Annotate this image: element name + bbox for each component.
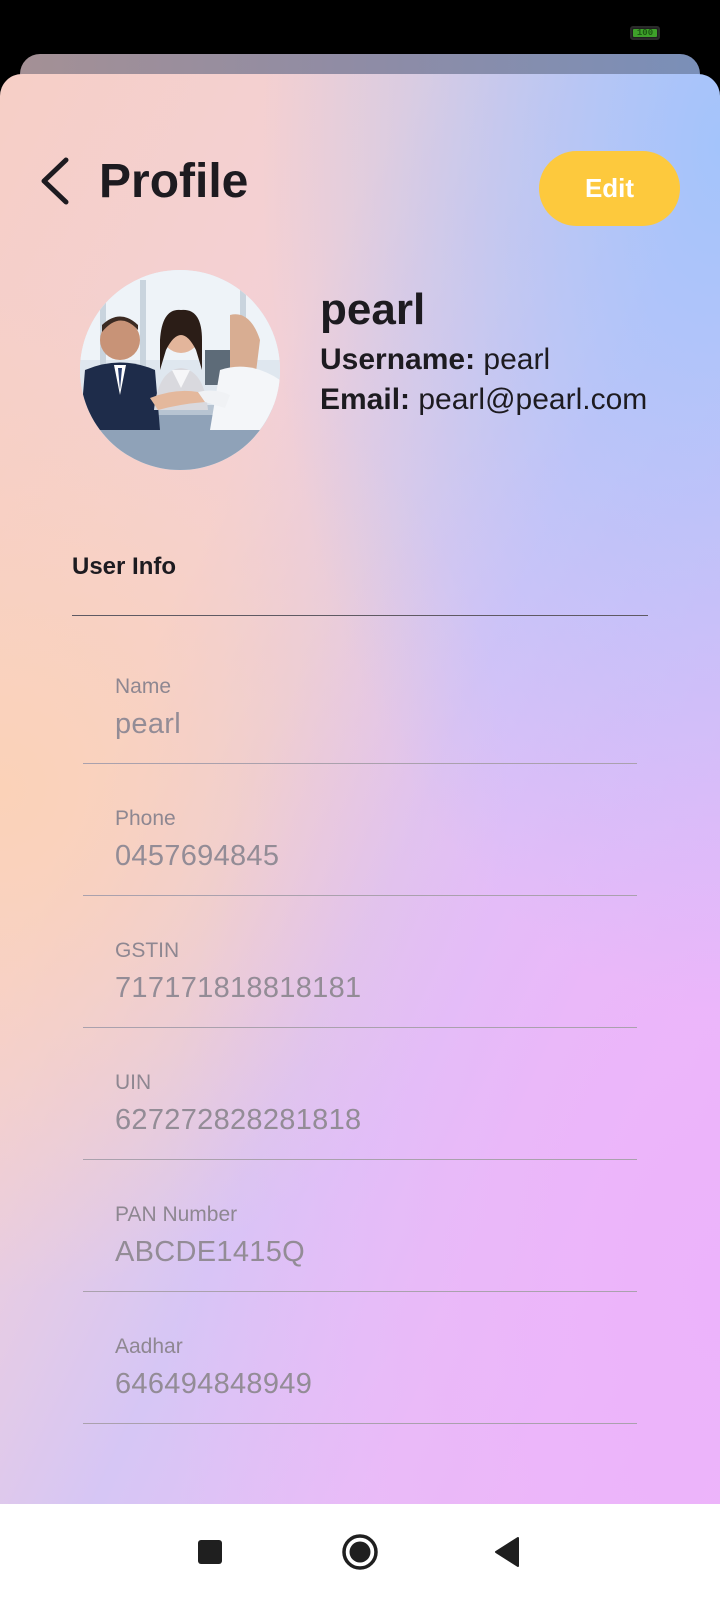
pan-number-field-label: PAN Number: [115, 1203, 238, 1226]
username-line: Username: pearl: [320, 342, 550, 378]
edit-button[interactable]: Edit: [539, 151, 680, 226]
chevron-left-icon[interactable]: [36, 156, 76, 206]
field-underline: [83, 1159, 637, 1160]
header: Profile Edit: [0, 74, 720, 294]
phone-field-value[interactable]: 0457694845: [115, 838, 279, 874]
email-value: pearl@pearl.com: [418, 383, 648, 416]
section-title-user-info: User Info: [72, 553, 177, 580]
gstin-field-label: GSTIN: [115, 939, 180, 962]
display-name: pearl: [320, 285, 426, 334]
uin-field-label: UIN: [115, 1071, 152, 1094]
gstin-field[interactable]: GSTIN 717171818818181: [83, 938, 637, 1038]
avatar-photo: [80, 270, 280, 470]
email-line: Email: pearl@pearl.com: [320, 382, 647, 418]
aadhar-field-label: Aadhar: [115, 1335, 183, 1358]
field-underline: [83, 1291, 637, 1292]
section-divider: [72, 615, 648, 616]
field-underline: [83, 895, 637, 896]
email-label: Email:: [320, 383, 411, 416]
page-title: Profile: [99, 155, 249, 208]
pan-number-field-value[interactable]: ABCDE1415Q: [115, 1234, 305, 1270]
square-icon[interactable]: [190, 1532, 230, 1572]
profile-sheet: Profile Edit pearl Username: pearl Email…: [0, 74, 720, 1504]
gstin-field-value[interactable]: 717171818818181: [115, 970, 361, 1006]
uin-field-value[interactable]: 627272828281818: [115, 1102, 361, 1138]
uin-field[interactable]: UIN 627272828281818: [83, 1070, 637, 1170]
avatar: [80, 270, 280, 470]
status-bar: 100: [0, 0, 720, 60]
pan-number-field[interactable]: PAN Number ABCDE1415Q: [83, 1202, 637, 1302]
phone-field[interactable]: Phone 0457694845: [83, 806, 637, 906]
system-nav-bar: [0, 1504, 720, 1600]
name-field-value[interactable]: pearl: [115, 706, 181, 742]
name-field[interactable]: Name pearl: [83, 674, 637, 774]
triangle-back-icon[interactable]: [488, 1532, 528, 1572]
aadhar-field[interactable]: Aadhar 646494848949: [83, 1334, 637, 1434]
field-underline: [83, 1027, 637, 1028]
circle-icon[interactable]: [340, 1532, 380, 1572]
phone-field-label: Phone: [115, 807, 176, 830]
aadhar-field-value[interactable]: 646494848949: [115, 1366, 312, 1402]
username-label: Username:: [320, 343, 476, 376]
battery-icon: 100: [630, 26, 660, 40]
field-underline: [83, 1423, 637, 1424]
battery-level: 100: [636, 28, 654, 38]
name-field-label: Name: [115, 675, 172, 698]
username-value: pearl: [483, 343, 551, 376]
field-underline: [83, 763, 637, 764]
